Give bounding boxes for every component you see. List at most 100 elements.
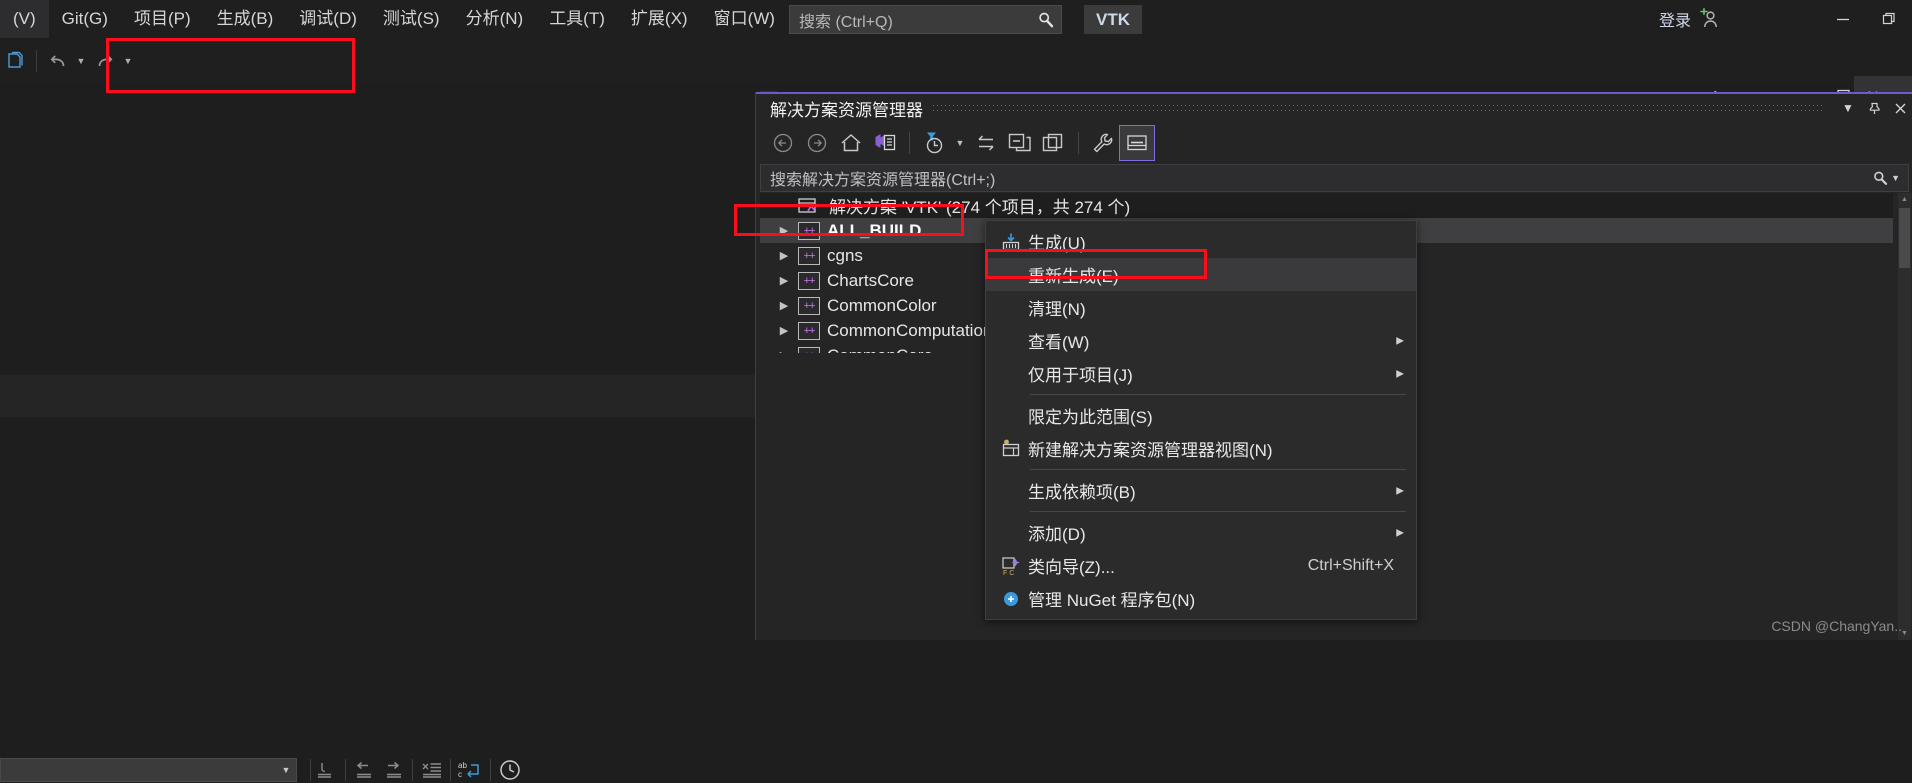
- show-all-files-icon[interactable]: [1037, 126, 1071, 160]
- context-menu-item-manage-nuget[interactable]: 管理 NuGet 程序包(N): [986, 582, 1416, 615]
- word-wrap-icon[interactable]: ab c: [457, 757, 483, 783]
- menu-build[interactable]: 生成(B): [204, 0, 287, 38]
- expander-icon[interactable]: ▶: [770, 324, 798, 337]
- context-menu-label: 类向导(Z)...: [1028, 558, 1115, 577]
- menu-window[interactable]: 窗口(W): [701, 0, 788, 38]
- quick-search-box[interactable]: 搜索 (Ctrl+Q): [789, 5, 1062, 34]
- context-menu-item-build-dependencies[interactable]: 生成依赖项(B) ▶: [986, 474, 1416, 507]
- menu-tools[interactable]: 工具(T): [536, 0, 618, 38]
- solution-explorer-search-box[interactable]: 搜索解决方案资源管理器(Ctrl+;) ▼: [760, 164, 1909, 192]
- context-menu-item-project-only[interactable]: 仅用于项目(J) ▶: [986, 357, 1416, 390]
- context-menu-item-rebuild[interactable]: 重新生成(E): [986, 258, 1416, 291]
- context-menu-label: 限定为此范围(S): [1028, 408, 1153, 427]
- redo-dropdown-caret[interactable]: ▼: [120, 38, 136, 83]
- collapse-all-icon[interactable]: [1003, 126, 1037, 160]
- menu-analyze[interactable]: 分析(N): [453, 0, 537, 38]
- solution-explorer-scrollbar[interactable]: ▲ ▼: [1898, 193, 1911, 640]
- watermark-text: CSDN @ChangYan..: [1771, 618, 1902, 634]
- cpp-project-icon: ++: [798, 246, 820, 265]
- preview-selected-items-icon[interactable]: [1119, 125, 1155, 161]
- panel-title: 解决方案资源管理器: [770, 100, 923, 120]
- context-menu-item-class-wizard[interactable]: F C 类向导(Z)... Ctrl+Shift+X: [986, 549, 1416, 582]
- history-clock-icon[interactable]: [497, 757, 523, 783]
- toolbar-separator: [36, 49, 37, 72]
- tree-node-label: 解决方案 'VTK' (274 个项目，共 274 个): [829, 198, 1131, 217]
- solution-explorer-title-bar: 解决方案资源管理器 ▼: [756, 94, 1912, 122]
- title-drag-handle[interactable]: [933, 100, 1825, 116]
- properties-wrench-icon[interactable]: [1086, 126, 1120, 160]
- sync-with-active-document-icon[interactable]: [969, 126, 1003, 160]
- context-menu-separator: [1030, 394, 1406, 395]
- increase-indent-icon[interactable]: [381, 757, 407, 783]
- project-context-menu: 生成(U) 重新生成(E) 清理(N) 查看(W) ▶ 仅用于项目(J) ▶ 限…: [985, 220, 1417, 620]
- expander-icon[interactable]: ▶: [770, 299, 798, 312]
- submenu-arrow-icon: ▶: [1396, 368, 1404, 379]
- context-menu-item-build[interactable]: 生成(U): [986, 225, 1416, 258]
- menu-git[interactable]: Git(G): [49, 0, 121, 38]
- search-options-caret[interactable]: ▼: [1891, 173, 1900, 183]
- svg-text:F C: F C: [1003, 570, 1014, 577]
- filter-dropdown-caret[interactable]: ▼: [951, 126, 969, 160]
- search-icon: [1031, 11, 1061, 29]
- scrollbar-thumb[interactable]: [1899, 208, 1910, 268]
- undo-icon[interactable]: [42, 38, 73, 83]
- menu-project[interactable]: 项目(P): [121, 0, 204, 38]
- solution-name-badge: VTK: [1084, 5, 1142, 34]
- sign-in-area[interactable]: 登录: [1659, 0, 1720, 38]
- lower-empty-area: [0, 417, 755, 640]
- minimize-button[interactable]: [1820, 0, 1866, 38]
- decrease-indent-icon[interactable]: [351, 757, 377, 783]
- context-menu-item-view[interactable]: 查看(W) ▶: [986, 324, 1416, 357]
- member-combo[interactable]: ▼: [0, 758, 297, 782]
- context-menu-label: 清理(N): [1028, 300, 1086, 319]
- toolbar-separator: [909, 132, 910, 154]
- solution-icon: [798, 197, 820, 215]
- chevron-down-icon: ▼: [281, 765, 291, 775]
- expander-icon[interactable]: ▶: [770, 224, 798, 237]
- build-icon: [994, 231, 1028, 253]
- menu-debug[interactable]: 调试(D): [286, 0, 370, 38]
- save-all-icon[interactable]: [0, 38, 31, 83]
- context-menu-separator: [1030, 469, 1406, 470]
- context-menu-item-add[interactable]: 添加(D) ▶: [986, 516, 1416, 549]
- redo-icon[interactable]: [89, 38, 120, 83]
- close-icon[interactable]: [1887, 102, 1912, 115]
- context-menu-item-scope-to-this[interactable]: 限定为此范围(S): [986, 399, 1416, 432]
- uncomment-icon[interactable]: [419, 757, 445, 783]
- tree-node-label: cgns: [827, 245, 863, 265]
- context-menu-item-new-solution-explorer-view[interactable]: 新建解决方案资源管理器视图(N): [986, 432, 1416, 465]
- solution-properties-icon[interactable]: [868, 126, 902, 160]
- tree-node-label: ALL_BUILD: [827, 220, 922, 240]
- home-icon[interactable]: [834, 126, 868, 160]
- context-menu-item-clean[interactable]: 清理(N): [986, 291, 1416, 324]
- back-icon[interactable]: [766, 126, 800, 160]
- context-menu-label: 仅用于项目(J): [1028, 366, 1133, 385]
- undo-dropdown-caret[interactable]: ▼: [73, 38, 89, 83]
- search-icon[interactable]: [1872, 170, 1889, 187]
- expander-icon[interactable]: ▶: [770, 249, 798, 262]
- editor-area: [0, 83, 755, 340]
- chevron-down-icon[interactable]: ▼: [1835, 101, 1861, 115]
- context-menu-shortcut: Ctrl+Shift+X: [1307, 556, 1394, 574]
- standard-toolbar: ▼ ▼ Release ▼ x64 ▼ 本地 Windows 调试器 ▼: [0, 38, 1912, 121]
- add-account-icon: [1698, 8, 1720, 30]
- context-menu-label: 新建解决方案资源管理器视图(N): [1028, 441, 1273, 460]
- tree-node-solution[interactable]: 解决方案 'VTK' (274 个项目，共 274 个): [760, 193, 1893, 218]
- restore-button[interactable]: [1866, 0, 1912, 38]
- forward-icon[interactable]: [800, 126, 834, 160]
- comment-selection-icon[interactable]: [312, 757, 338, 783]
- expander-icon[interactable]: ▶: [770, 274, 798, 287]
- tree-node-label: ChartsCore: [827, 270, 914, 290]
- menu-view[interactable]: (V): [0, 0, 49, 38]
- cpp-project-icon: ++: [798, 271, 820, 290]
- menu-test[interactable]: 测试(S): [370, 0, 453, 38]
- expander-icon[interactable]: ▶: [770, 349, 798, 353]
- scroll-up-icon[interactable]: ▲: [1898, 193, 1911, 206]
- cpp-project-icon: ++: [798, 346, 820, 353]
- menu-extensions[interactable]: 扩展(X): [618, 0, 701, 38]
- pin-icon[interactable]: [1861, 102, 1887, 115]
- pending-changes-filter-icon[interactable]: [917, 126, 951, 160]
- context-menu-label: 管理 NuGet 程序包(N): [1028, 591, 1196, 610]
- sign-in-label: 登录: [1658, 13, 1691, 30]
- toolbar-separator: [1078, 132, 1079, 154]
